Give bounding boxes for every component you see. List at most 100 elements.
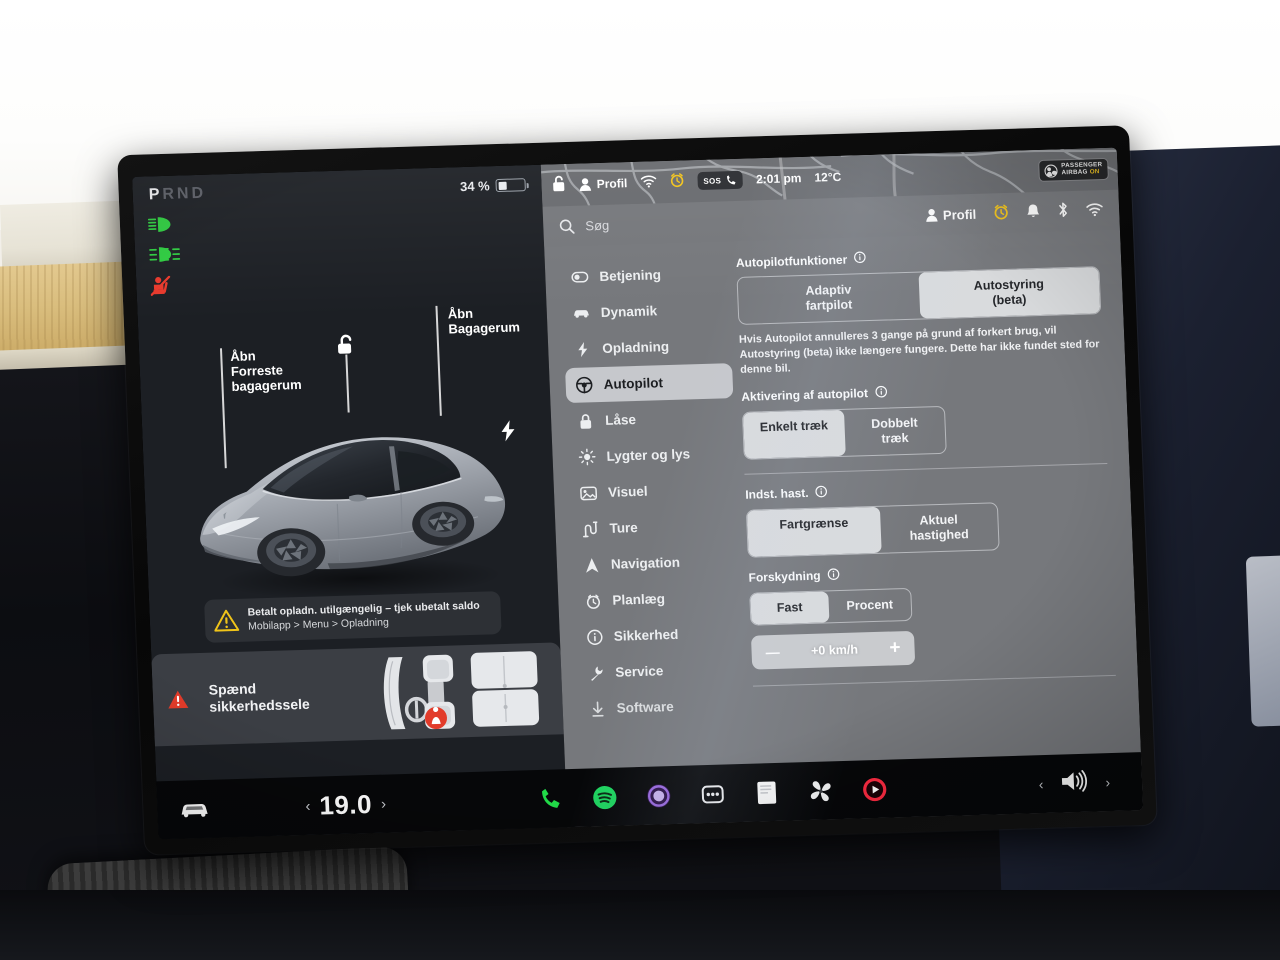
info-icon[interactable] bbox=[815, 485, 828, 500]
seatbelt-warning-icon bbox=[168, 690, 189, 709]
segment-dobbelt-traek[interactable]: Dobbelt træk bbox=[844, 407, 946, 456]
set-speed-segmented-control[interactable]: Fartgrænse Aktuel hastighed bbox=[745, 501, 1000, 558]
theater-icon[interactable] bbox=[752, 778, 780, 806]
offset-increment-button[interactable]: + bbox=[889, 637, 901, 658]
sidebar-item-navigation[interactable]: Navigation bbox=[572, 543, 740, 583]
settings-menu: Betjening Dynamik Opladning Autopilot Lå… bbox=[544, 241, 750, 827]
sidebar-item-label: Planlæg bbox=[612, 591, 666, 608]
vehicle-visualization-panel: PRND 34 % Åbn Forreste bagagerum Åbn Bag… bbox=[132, 164, 568, 840]
sidebar-item-label: Autopilot bbox=[603, 375, 664, 392]
sidebar-item-label: Sikkerhed bbox=[613, 626, 679, 644]
autopilot-features-segmented-control[interactable]: Adaptiv fartpilot Autostyring (beta) bbox=[736, 266, 1102, 325]
status-sos-label: SOS bbox=[703, 175, 722, 186]
segment-aktuel-hastighed[interactable]: Aktuel hastighed bbox=[880, 503, 999, 552]
more-apps-icon[interactable] bbox=[698, 780, 726, 808]
volume-control[interactable]: ‹ › bbox=[1038, 769, 1110, 798]
lock-icon bbox=[577, 413, 595, 429]
sidebar-item-label: Lygter og lys bbox=[606, 446, 691, 464]
battery-status[interactable]: 34 % bbox=[460, 177, 526, 194]
sidebar-item-laase[interactable]: Låse bbox=[566, 399, 734, 439]
activation-segmented-control[interactable]: Enkelt træk Dobbelt træk bbox=[741, 405, 947, 460]
autopilot-settings-content: Autopilotfunktioner Adaptiv fartpilot Au… bbox=[727, 230, 1143, 822]
seatbelt-label-2: sikkerhedssele bbox=[209, 695, 311, 715]
temperature-control[interactable]: ‹ 19.0 › bbox=[305, 788, 387, 821]
temperature-increase-button[interactable]: › bbox=[381, 795, 387, 812]
climate-fan-icon[interactable] bbox=[806, 777, 834, 805]
segment-procent[interactable]: Procent bbox=[828, 589, 912, 622]
front-fog-light-icon bbox=[149, 245, 181, 263]
status-sos-button[interactable]: SOS bbox=[696, 170, 744, 191]
sidebar-item-planlaeg[interactable]: Planlæg bbox=[574, 579, 742, 619]
seat-occupancy-diagram bbox=[383, 651, 540, 730]
reflection-highlight bbox=[1245, 555, 1280, 727]
offset-stepper[interactable]: — +0 km/h + bbox=[750, 630, 916, 670]
set-speed-section-label: Indst. hast. bbox=[745, 477, 1108, 503]
person-icon bbox=[579, 178, 592, 192]
volume-next-button[interactable]: › bbox=[1105, 774, 1110, 790]
sidebar-item-betjening[interactable]: Betjening bbox=[561, 255, 729, 295]
charge-port-icon[interactable] bbox=[499, 420, 517, 447]
airbag-state: ON bbox=[1089, 168, 1100, 176]
unlock-button[interactable] bbox=[333, 332, 358, 413]
volume-previous-button[interactable]: ‹ bbox=[1038, 776, 1043, 792]
info-icon[interactable] bbox=[875, 385, 888, 400]
screen-surface: PRND 34 % Åbn Forreste bagagerum Åbn Bag… bbox=[132, 147, 1144, 840]
toolbar-profile-button[interactable]: Profil bbox=[925, 206, 977, 223]
road-icon bbox=[581, 520, 599, 537]
low-beam-headlight-icon bbox=[147, 216, 177, 234]
segment-autostyring-beta[interactable]: Autostyring (beta) bbox=[918, 267, 1101, 319]
youtube-music-icon[interactable] bbox=[860, 775, 888, 803]
spotify-icon[interactable] bbox=[590, 783, 618, 811]
sidebar-item-autopilot[interactable]: Autopilot bbox=[565, 363, 734, 404]
sidebar-item-ture[interactable]: Ture bbox=[571, 507, 739, 547]
search-icon bbox=[559, 219, 575, 234]
seatbelt-warning-card[interactable]: Spænd sikkerhedssele bbox=[151, 642, 564, 747]
person-icon bbox=[926, 208, 938, 222]
sos-phone-icon bbox=[727, 175, 736, 185]
sun-icon bbox=[578, 448, 596, 466]
sidebar-item-dynamik[interactable]: Dynamik bbox=[562, 291, 730, 331]
sidebar-item-opladning[interactable]: Opladning bbox=[564, 327, 732, 367]
sidebar-item-lygter-og-lys[interactable]: Lygter og lys bbox=[568, 435, 736, 475]
segment-enkelt-traek[interactable]: Enkelt træk bbox=[742, 409, 846, 459]
sidebar-item-label: Visuel bbox=[607, 483, 648, 500]
segment-adaptiv-fartpilot[interactable]: Adaptiv fartpilot bbox=[738, 273, 920, 324]
search-input[interactable]: Søg bbox=[585, 217, 609, 233]
media-icon[interactable] bbox=[644, 782, 672, 810]
sidebar-item-service[interactable]: Service bbox=[577, 651, 745, 691]
center-touchscreen: PRND 34 % Åbn Forreste bagagerum Åbn Bag… bbox=[117, 125, 1157, 855]
steering-wheel-icon bbox=[575, 376, 593, 394]
alarm-icon[interactable] bbox=[993, 203, 1010, 222]
bluetooth-icon[interactable] bbox=[1057, 201, 1070, 221]
segment-fast[interactable]: Fast bbox=[750, 591, 830, 625]
bell-icon[interactable] bbox=[1026, 202, 1041, 221]
info-circle-icon bbox=[586, 629, 604, 645]
set-speed-label: Indst. hast. bbox=[745, 486, 809, 502]
status-temperature: 12°C bbox=[814, 169, 842, 185]
status-profile[interactable]: Profil bbox=[578, 176, 628, 192]
sidebar-item-software[interactable]: Software bbox=[578, 687, 746, 727]
image-icon bbox=[580, 485, 598, 500]
phone-icon[interactable] bbox=[536, 785, 564, 813]
status-wifi-icon[interactable] bbox=[640, 174, 657, 190]
charging-alert[interactable]: Betalt opladn. utilgængelig – tjek ubeta… bbox=[204, 591, 502, 644]
wifi-icon[interactable] bbox=[1086, 202, 1104, 219]
status-alarm-icon[interactable] bbox=[669, 172, 685, 190]
temperature-decrease-button[interactable]: ‹ bbox=[305, 797, 311, 814]
unlock-status-icon[interactable] bbox=[551, 175, 566, 195]
trunk-label-2: Bagagerum bbox=[448, 319, 521, 337]
open-frunk-callout[interactable]: Åbn Forreste bagagerum bbox=[219, 348, 302, 469]
climate-car-button[interactable] bbox=[179, 800, 210, 819]
sidebar-item-visuel[interactable]: Visuel bbox=[569, 471, 737, 511]
activation-section-label: Aktivering af autopilot bbox=[741, 379, 1104, 405]
sidebar-item-sikkerhed[interactable]: Sikkerhed bbox=[575, 615, 743, 655]
segment-fartgraense[interactable]: Fartgrænse bbox=[746, 506, 882, 557]
volume-icon[interactable] bbox=[1060, 769, 1089, 797]
offset-segmented-control[interactable]: Fast Procent bbox=[749, 587, 913, 626]
toolbar-profile-label: Profil bbox=[942, 206, 977, 223]
info-icon[interactable] bbox=[854, 251, 867, 266]
car-icon bbox=[573, 307, 590, 318]
open-trunk-callout[interactable]: Åbn Bagagerum bbox=[435, 305, 521, 416]
offset-decrement-button[interactable]: — bbox=[765, 644, 780, 660]
info-icon[interactable] bbox=[827, 568, 840, 583]
